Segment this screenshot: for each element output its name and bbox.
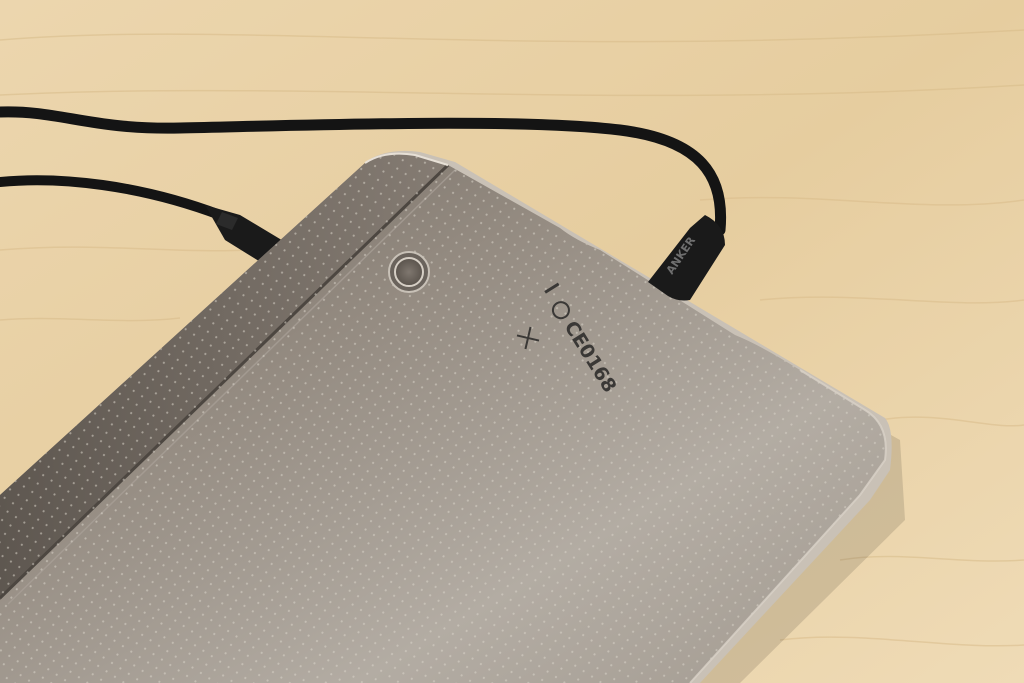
photo-scene: CE0168 ANKER [0,0,1024,683]
photo-illustration: CE0168 ANKER [0,0,1024,683]
camera-lens [388,251,430,293]
